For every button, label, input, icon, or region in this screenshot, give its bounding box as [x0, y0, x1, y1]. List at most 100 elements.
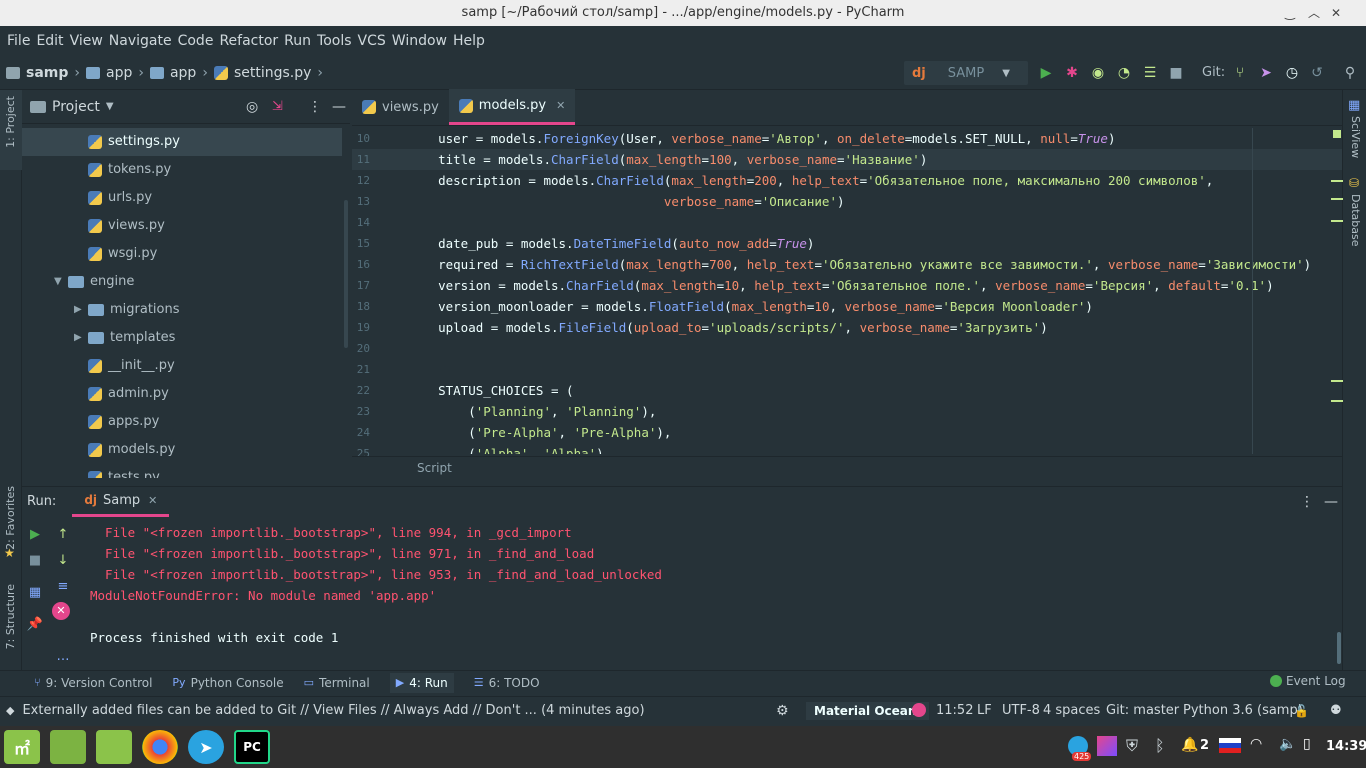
code-line[interactable]: required = RichTextField(max_length=700,…	[408, 254, 1311, 275]
close-tab-icon[interactable]: ✕	[148, 494, 157, 507]
tree-item[interactable]: ▶ templates	[22, 324, 342, 352]
code-line[interactable]: verbose_name='Описание')	[408, 191, 845, 212]
layout-icon[interactable]: ▦	[24, 582, 46, 604]
telegram-icon[interactable]: ➤	[188, 730, 224, 764]
jetbrains-toolbox-icon[interactable]	[1097, 736, 1117, 756]
battery-icon[interactable]: ▯	[1303, 736, 1311, 752]
code-line[interactable]: ('Pre-Alpha', 'Pre-Alpha'),	[408, 422, 671, 443]
tab-views-py[interactable]: views.py	[352, 89, 449, 125]
menu-refactor[interactable]: Refactor	[219, 33, 278, 49]
tree-item[interactable]: urls.py	[22, 184, 342, 212]
menu-run[interactable]: Run	[284, 33, 311, 49]
chrome-icon[interactable]	[142, 730, 178, 764]
indent-setting[interactable]: 4 spaces	[1043, 703, 1100, 718]
search-icon[interactable]: ⚲	[1339, 62, 1361, 84]
tree-item[interactable]: ▼ engine	[22, 268, 342, 296]
breadcrumb-script[interactable]: Script	[417, 461, 452, 475]
more-icon[interactable]: …	[52, 646, 74, 668]
tree-item[interactable]: views.py	[22, 212, 342, 240]
hide-panel-icon[interactable]: —	[332, 99, 346, 115]
tool-window-python-console[interactable]: Py Python Console	[172, 676, 283, 690]
menu-view[interactable]: View	[70, 33, 103, 49]
chevron-right-icon[interactable]: ▶	[74, 296, 88, 324]
inspection-status-icon[interactable]	[1333, 130, 1341, 138]
mint-menu-icon[interactable]: ㎡	[4, 730, 40, 764]
tree-item[interactable]: settings.py	[22, 128, 342, 156]
tree-item[interactable]: admin.py	[22, 380, 342, 408]
tree-scrollbar[interactable]	[344, 200, 348, 348]
breadcrumb-app[interactable]: app ›	[86, 65, 144, 81]
run-console-output[interactable]: File "<frozen importlib._bootstrap>", li…	[90, 522, 1330, 662]
git-status-icon[interactable]: ◆	[6, 704, 14, 717]
code-line[interactable]: STATUS_CHOICES = (	[408, 380, 573, 401]
close-tab-icon[interactable]: ✕	[556, 99, 565, 112]
shield-icon[interactable]: ⛨	[1126, 736, 1138, 756]
stop-icon[interactable]: ■	[1165, 62, 1187, 84]
pycharm-icon[interactable]: PC	[234, 730, 270, 764]
close-window-icon[interactable]: ✕	[1322, 0, 1350, 26]
tree-item[interactable]: apps.py	[22, 408, 342, 436]
project-tool-button[interactable]: 1: Project	[0, 90, 22, 170]
volume-icon[interactable]: 🔈	[1279, 736, 1296, 752]
favorites-tool-button[interactable]: 2: Favorites	[4, 486, 17, 550]
coverage-icon[interactable]: ◉	[1087, 62, 1109, 84]
lock-icon[interactable]: 🔓	[1294, 704, 1309, 718]
soft-wrap-icon[interactable]: ≡	[52, 576, 74, 598]
clear-all-icon[interactable]: ✕	[52, 602, 70, 620]
menu-help[interactable]: Help	[453, 33, 485, 49]
project-panel-title[interactable]: Project	[52, 99, 100, 115]
settings-icon[interactable]: ⚙	[776, 703, 789, 719]
tool-window-version-control[interactable]: ⑂ 9: Version Control	[34, 676, 152, 690]
notifications-icon[interactable]: 🔔	[1181, 737, 1198, 753]
code-line[interactable]: version_moonloader = models.FloatField(m…	[408, 296, 1093, 317]
run-tab-samp[interactable]: dj Samp ✕	[72, 487, 170, 517]
home-folder-icon[interactable]	[96, 730, 132, 764]
rerun-icon[interactable]: ▶	[24, 524, 46, 546]
code-line[interactable]: version = models.CharField(max_length=10…	[408, 275, 1274, 296]
code-line[interactable]: user = models.ForeignKey(User, verbose_n…	[408, 128, 1115, 149]
code-line[interactable]: ('Planning', 'Planning'),	[408, 401, 656, 422]
locate-icon[interactable]: ◎	[246, 99, 258, 115]
tree-item[interactable]: tests.py	[22, 464, 342, 478]
event-log-button[interactable]: Event Log	[1270, 674, 1346, 688]
git-push-icon[interactable]: ➤	[1255, 62, 1277, 84]
breadcrumb-samp[interactable]: samp ›	[6, 65, 80, 81]
code-line[interactable]: upload = models.FileField(upload_to='upl…	[408, 317, 1048, 338]
pin-icon[interactable]: 📌	[24, 614, 46, 636]
menu-edit[interactable]: Edit	[36, 33, 63, 49]
menu-tools[interactable]: Tools	[317, 33, 352, 49]
more-options-icon[interactable]: ⋮	[308, 99, 322, 115]
breadcrumb-app-inner[interactable]: app ›	[149, 65, 208, 81]
tab-models-py[interactable]: models.py ✕	[448, 89, 576, 125]
tool-window-todo[interactable]: ☰ 6: TODO	[474, 676, 540, 690]
chevron-down-icon[interactable]: ▼	[106, 101, 114, 112]
menu-vcs[interactable]: VCS	[358, 33, 386, 49]
more-options-icon[interactable]: ⋮	[1300, 494, 1314, 510]
tree-item[interactable]: __init__.py	[22, 352, 342, 380]
sciview-tool-button[interactable]: SciView	[1349, 116, 1362, 158]
hide-panel-icon[interactable]: —	[1324, 494, 1338, 510]
scroll-down-icon[interactable]: ↓	[52, 550, 74, 572]
code-line[interactable]: ('Alpha', 'Alpha'),	[408, 443, 611, 454]
cursor-position[interactable]: 11:52	[936, 703, 973, 718]
collapse-all-icon[interactable]: ⇲	[272, 99, 283, 114]
file-encoding[interactable]: UTF-8	[1002, 703, 1040, 718]
git-branch[interactable]: Git: master	[1106, 703, 1179, 718]
chevron-down-icon[interactable]: ▼	[54, 268, 68, 296]
tree-item[interactable]: ▶ migrations	[22, 296, 342, 324]
wifi-icon[interactable]: ◠	[1250, 736, 1262, 752]
tool-window-run[interactable]: ▶ 4: Run	[389, 672, 454, 693]
clock[interactable]: 14:39	[1326, 739, 1366, 754]
inspector-icon[interactable]: ⚉	[1330, 703, 1342, 718]
menu-code[interactable]: Code	[178, 33, 214, 49]
line-separator[interactable]: LF	[977, 703, 992, 718]
bluetooth-icon[interactable]: ᛒ	[1155, 736, 1165, 755]
concurrency-icon[interactable]: ☰	[1139, 62, 1161, 84]
theme-selector[interactable]: Material Oceani	[806, 701, 929, 720]
history-icon[interactable]: ◷	[1281, 62, 1303, 84]
profile-icon[interactable]: ◔	[1113, 62, 1135, 84]
code-line[interactable]: description = models.CharField(max_lengt…	[408, 170, 1213, 191]
tool-window-terminal[interactable]: ▭ Terminal	[304, 676, 370, 690]
tree-item[interactable]: tokens.py	[22, 156, 342, 184]
menu-file[interactable]: File	[7, 33, 30, 49]
